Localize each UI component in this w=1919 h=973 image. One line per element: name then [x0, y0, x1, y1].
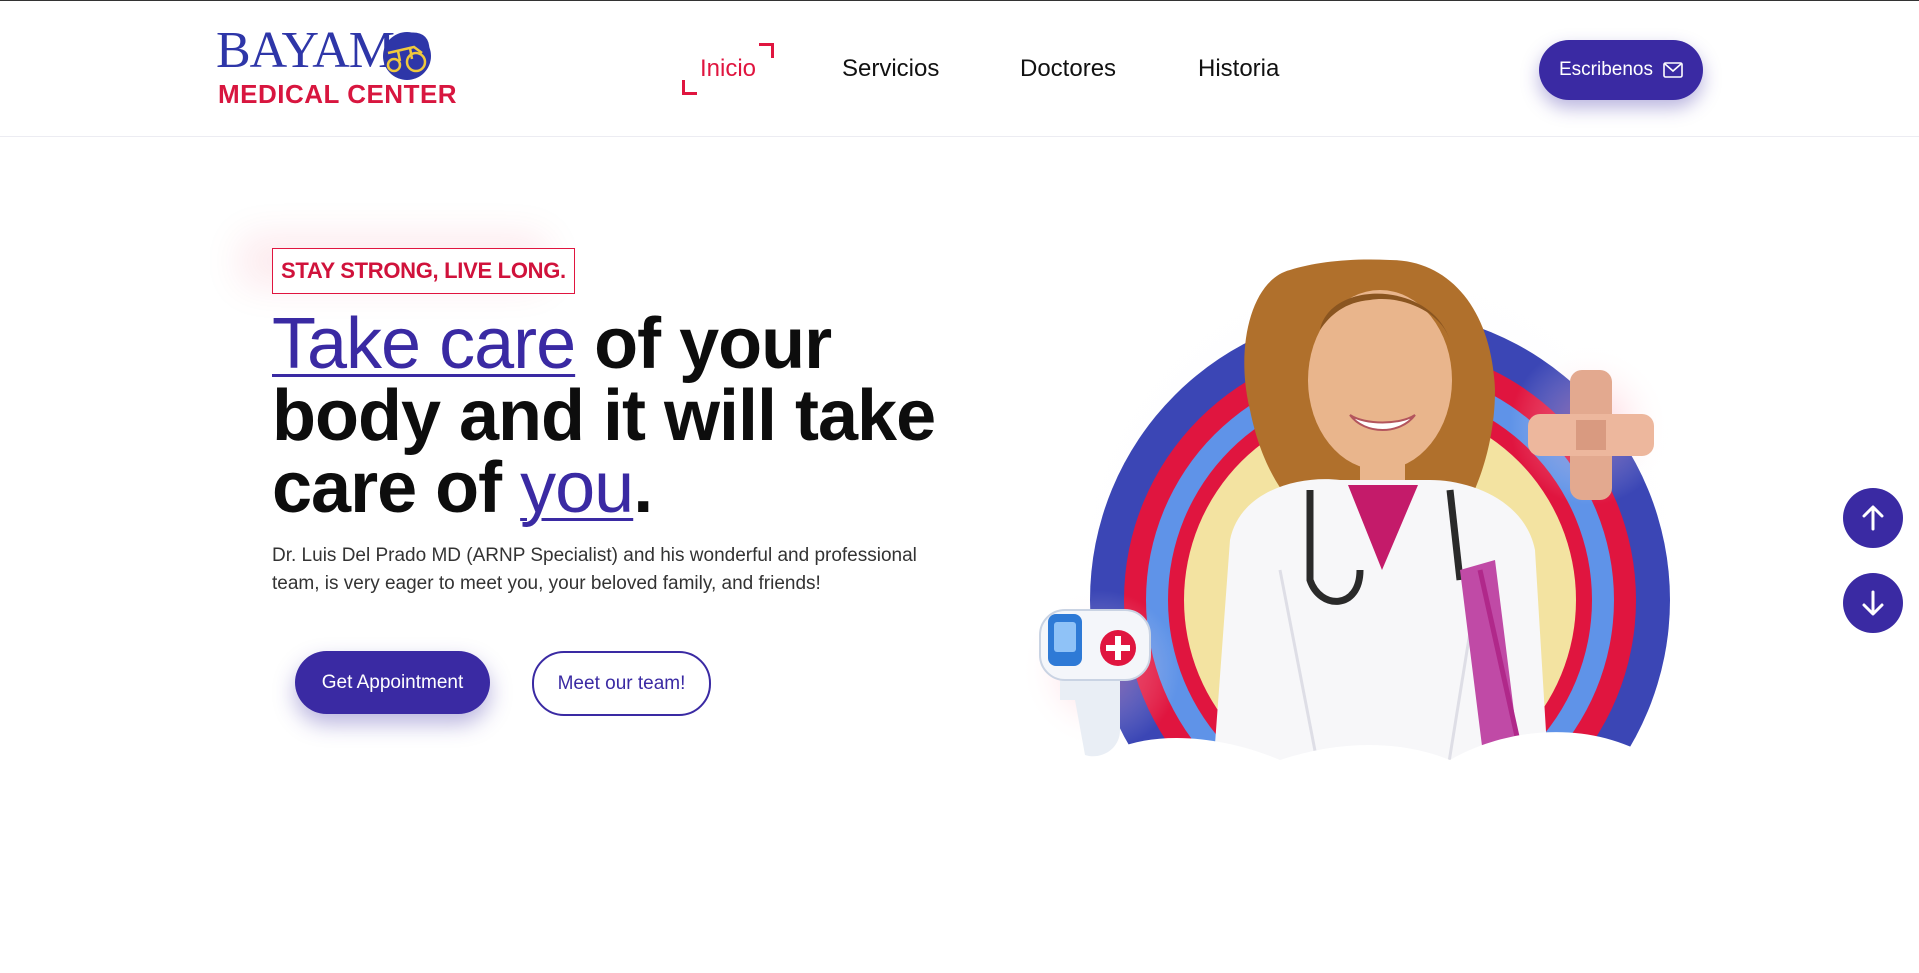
headline-end: . — [633, 448, 653, 528]
get-appointment-button[interactable]: Get Appointment — [295, 651, 490, 714]
nav-item-label: Doctores — [1020, 55, 1117, 82]
nav-item-label: Inicio — [700, 55, 757, 82]
nav-item-servicios[interactable]: Servicios — [842, 47, 939, 91]
nav-item-historia[interactable]: Historia — [1198, 47, 1279, 91]
hero-headline: Take care of your body and it will take … — [272, 308, 972, 524]
arrow-down-icon — [1862, 590, 1884, 616]
hero-doctor-illustration — [1020, 240, 1700, 900]
arrow-up-icon — [1862, 505, 1884, 531]
escribenos-button[interactable]: Escribenos — [1539, 40, 1703, 100]
carriage-logo-icon — [383, 32, 431, 80]
site-header: BAYAMO MEDICAL CENTER Inicio Servicios D… — [0, 1, 1919, 137]
active-corner-top-right — [759, 43, 775, 58]
envelope-icon — [1663, 62, 1683, 78]
hero-text-section: STAY STRONG, LIVE LONG. Take care of you… — [272, 248, 972, 716]
logo-subtitle: MEDICAL CENTER — [218, 79, 458, 109]
scroll-down-button[interactable] — [1843, 573, 1903, 633]
site-logo[interactable]: BAYAMO MEDICAL CENTER — [214, 25, 457, 111]
meet-team-button[interactable]: Meet our team! — [532, 651, 711, 716]
hero-tagline: STAY STRONG, LIVE LONG. — [272, 248, 575, 294]
headline-accent-take-care: Take care — [272, 304, 576, 384]
nav-item-inicio[interactable]: Inicio — [682, 43, 775, 95]
nav-item-doctores[interactable]: Doctores — [1020, 47, 1116, 91]
nav-item-label: Servicios — [842, 55, 940, 82]
nav-item-label: Historia — [1198, 55, 1280, 82]
hero-description: Dr. Luis Del Prado MD (ARNP Specialist) … — [272, 545, 917, 594]
headline-accent-you: you — [520, 448, 634, 528]
active-corner-bottom-left — [682, 80, 697, 95]
bandage-cross-3d — [1510, 345, 1670, 505]
scroll-up-button[interactable] — [1843, 488, 1903, 548]
escribenos-label: Escribenos — [1559, 59, 1653, 80]
